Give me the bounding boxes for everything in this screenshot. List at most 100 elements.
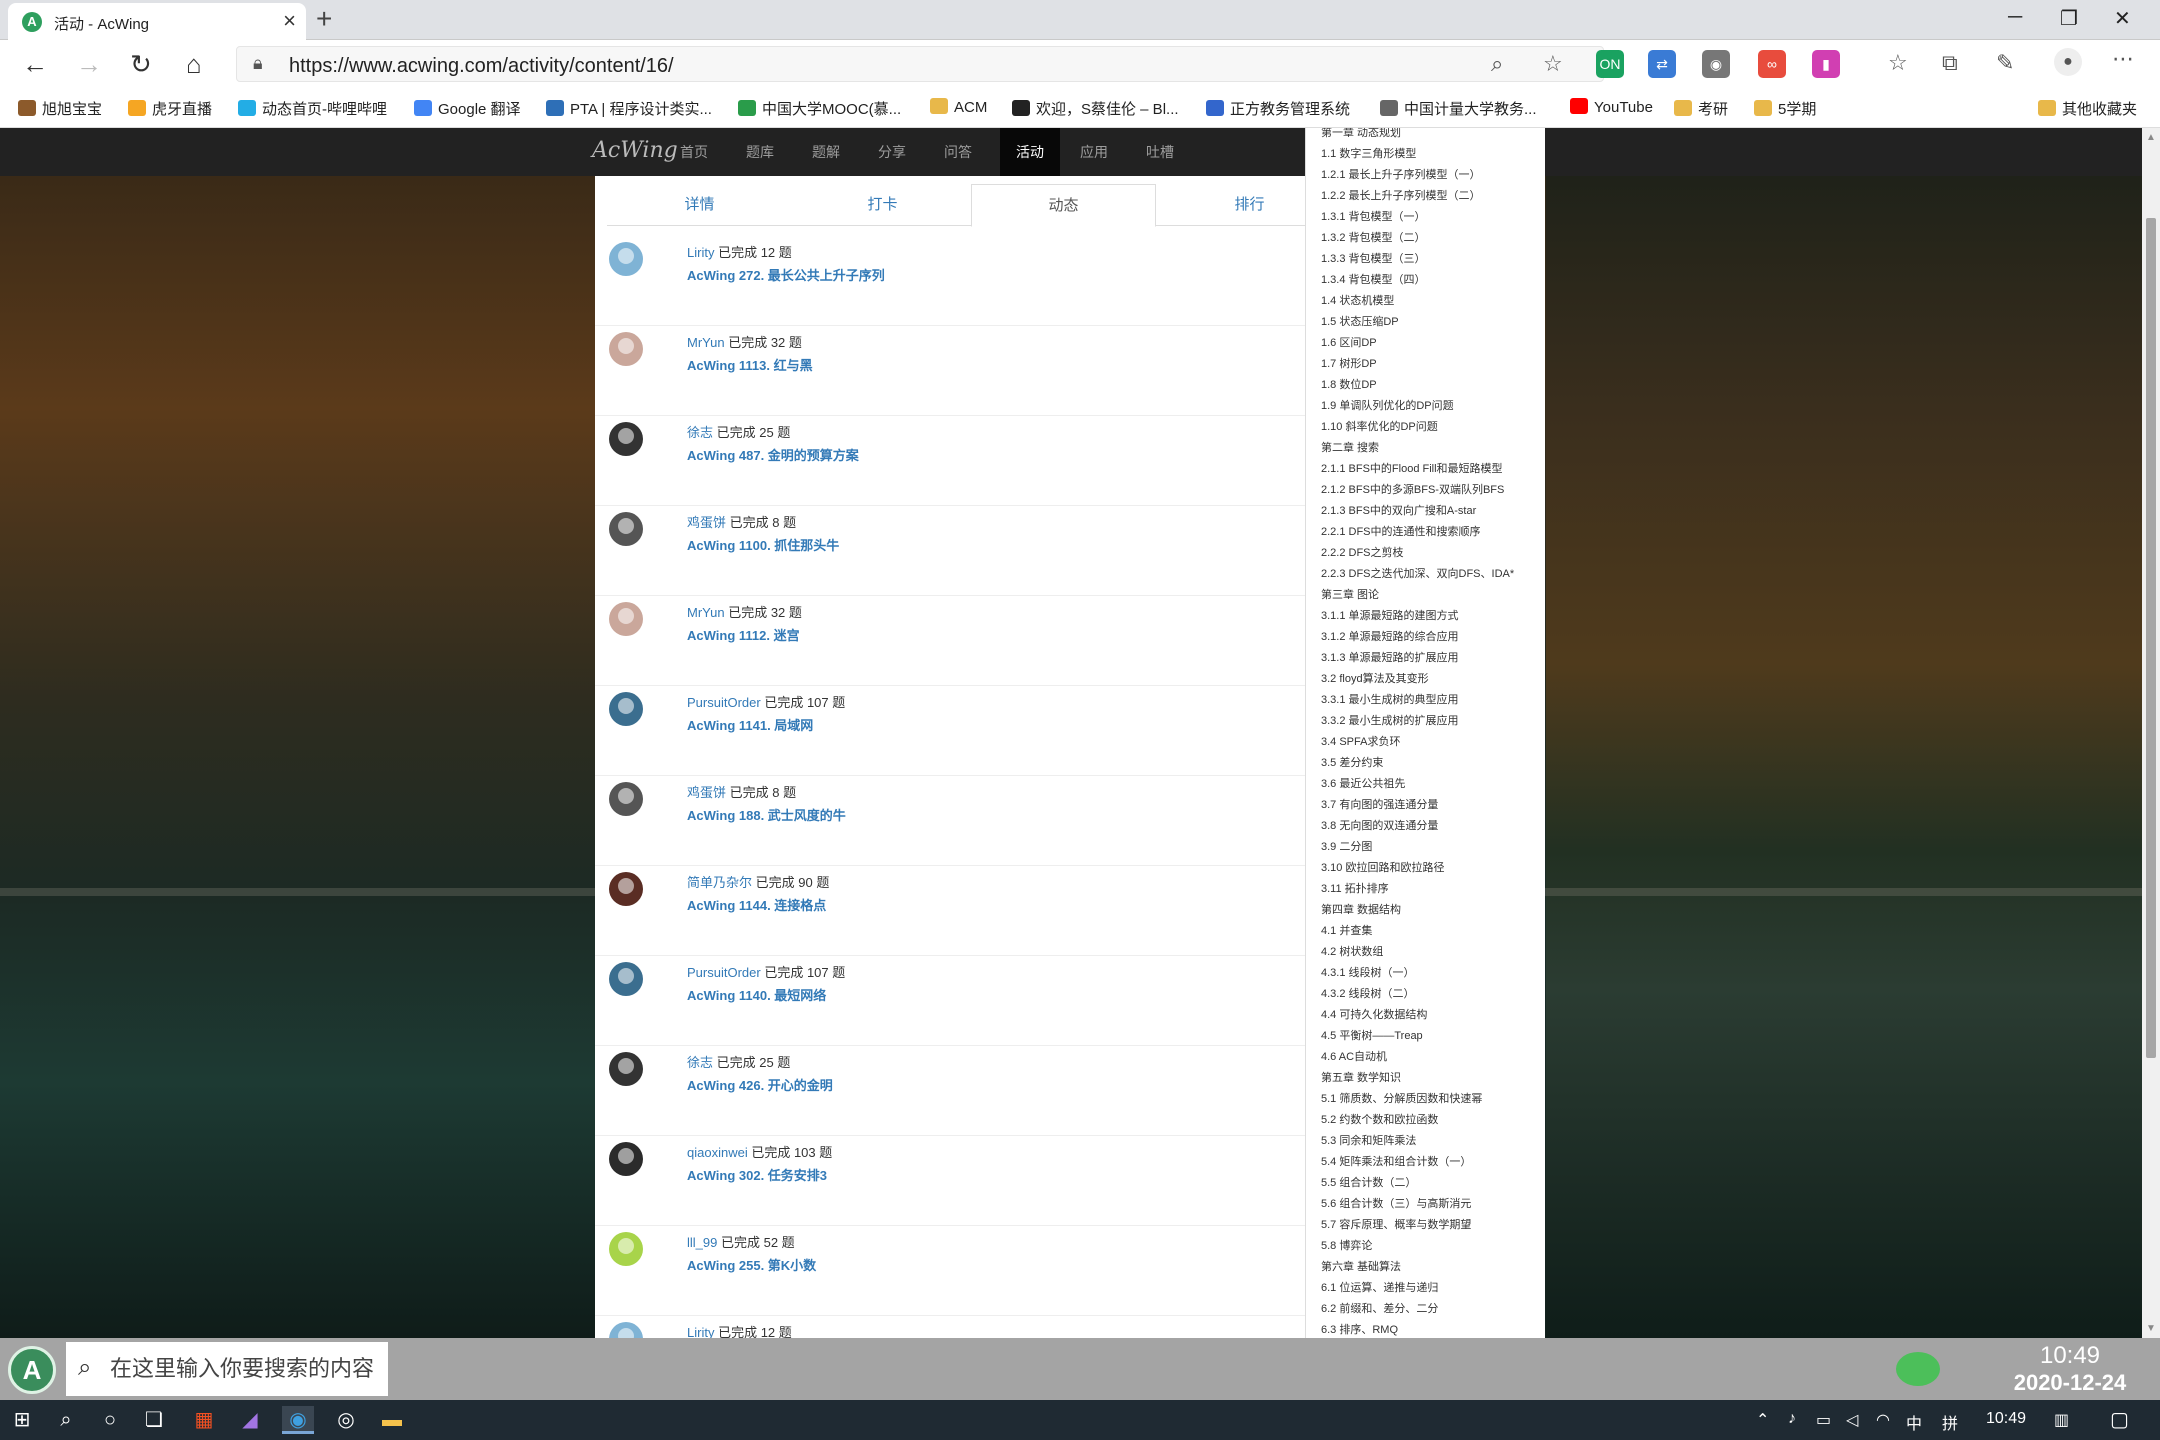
acwing-app-icon[interactable]: A [8, 1346, 56, 1394]
outline-item[interactable]: 3.8 无向图的双连通分量 [1321, 817, 1438, 833]
office-app-icon[interactable]: ▦ [188, 1406, 220, 1434]
ime-indicator[interactable]: 中 [1906, 1410, 1922, 1434]
tab-1[interactable]: 打卡 [790, 184, 975, 226]
username-link[interactable]: lll_99 [687, 1235, 717, 1250]
user-avatar[interactable] [609, 782, 643, 816]
problem-link[interactable]: AcWing 1100. 抓住那头牛 [687, 535, 839, 554]
outline-item[interactable]: 3.9 二分图 [1321, 838, 1372, 854]
outline-item[interactable]: 3.11 拓扑排序 [1321, 880, 1389, 896]
outline-item[interactable]: 5.3 同余和矩阵乘法 [1321, 1132, 1416, 1148]
user-avatar[interactable] [609, 242, 643, 276]
wifi-icon[interactable]: ◠ [1876, 1410, 1890, 1430]
outline-item[interactable]: 2.2.3 DFS之迭代加深、双向DFS、IDA* [1321, 565, 1514, 581]
tab-0[interactable]: 详情 [607, 184, 792, 226]
volume-icon[interactable]: ◁ [1846, 1410, 1858, 1430]
favorite-star-icon[interactable]: ☆ [1543, 51, 1563, 77]
file-explorer-icon[interactable]: ▬ [376, 1406, 408, 1434]
problem-link[interactable]: AcWing 188. 武士风度的牛 [687, 805, 846, 824]
close-tab-icon[interactable]: × [283, 9, 296, 33]
outline-item[interactable]: 2.2.2 DFS之剪枝 [1321, 544, 1404, 560]
bookmark-item[interactable]: 5学期 [1754, 98, 1816, 119]
outline-item[interactable]: 4.3.2 线段树（二） [1321, 985, 1415, 1001]
back-button[interactable]: ← [22, 49, 48, 79]
bookmark-item[interactable]: 虎牙直播 [128, 98, 212, 119]
outline-item[interactable]: 5.6 组合计数（三）与高斯消元 [1321, 1195, 1471, 1211]
outline-item[interactable]: 1.9 单调队列优化的DP问题 [1321, 397, 1454, 413]
edge-browser-icon[interactable]: ◉ [282, 1406, 314, 1434]
outline-item[interactable]: 1.6 区间DP [1321, 334, 1377, 350]
outline-item[interactable]: 3.1.2 单源最短路的综合应用 [1321, 628, 1459, 644]
outline-item[interactable]: 5.4 矩阵乘法和组合计数（一） [1321, 1153, 1471, 1169]
outline-item[interactable]: 1.3.2 背包模型（二） [1321, 229, 1426, 245]
problem-link[interactable]: AcWing 272. 最长公共上升子序列 [687, 265, 885, 284]
outline-item[interactable]: 5.1 筛质数、分解质因数和快速幂 [1321, 1090, 1482, 1106]
microphone-icon[interactable]: ♪ [1788, 1410, 1796, 1428]
outline-item[interactable]: 3.5 差分约束 [1321, 754, 1383, 770]
username-link[interactable]: 徐志 [687, 1055, 713, 1070]
site-nav-item[interactable]: 题库 [730, 128, 790, 176]
outline-item[interactable]: 2.1.1 BFS中的Flood Fill和最短路模型 [1321, 460, 1503, 476]
username-link[interactable]: PursuitOrder [687, 965, 761, 980]
username-link[interactable]: 徐志 [687, 425, 713, 440]
outline-item[interactable]: 第三章 图论 [1321, 586, 1379, 602]
bookmark-item[interactable]: Google 翻译 [414, 98, 521, 119]
username-link[interactable]: Lirity [687, 245, 714, 260]
username-link[interactable]: 鸡蛋饼 [687, 785, 726, 800]
username-link[interactable]: PursuitOrder [687, 695, 761, 710]
tab-2[interactable]: 动态 [971, 184, 1156, 227]
username-link[interactable]: MrYun [687, 605, 725, 620]
new-tab-button[interactable]: + [316, 4, 332, 34]
outline-item[interactable]: 3.1.3 单源最短路的扩展应用 [1321, 649, 1459, 665]
bookmark-item[interactable]: PTA | 程序设计类实... [546, 98, 712, 119]
outline-item[interactable]: 1.1 数字三角形模型 [1321, 145, 1416, 161]
outline-item[interactable]: 3.7 有向图的强连通分量 [1321, 796, 1438, 812]
user-avatar[interactable] [609, 422, 643, 456]
bookmark-item[interactable]: YouTube [1570, 98, 1653, 116]
favorites-icon[interactable]: ☆ [1888, 50, 1908, 76]
problem-link[interactable]: AcWing 255. 第K小数 [687, 1255, 816, 1274]
close-window-button[interactable]: ✕ [2114, 6, 2131, 31]
user-avatar[interactable] [609, 1142, 643, 1176]
problem-link[interactable]: AcWing 487. 金明的预算方案 [687, 445, 859, 464]
outline-item[interactable]: 3.2 floyd算法及其变形 [1321, 670, 1429, 686]
bookmark-item[interactable]: 动态首页-哔哩哔哩 [238, 98, 387, 119]
home-button[interactable]: ⌂ [186, 49, 202, 79]
outline-item[interactable]: 3.6 最近公共祖先 [1321, 775, 1405, 791]
tray-expand-icon[interactable]: ⌃ [1756, 1410, 1769, 1430]
outline-item[interactable]: 3.4 SPFA求负环 [1321, 733, 1400, 749]
username-link[interactable]: qiaoxinwei [687, 1145, 748, 1160]
minimize-window-button[interactable]: ─ [2008, 6, 2022, 29]
feedback-icon[interactable]: ✎ [1996, 50, 2014, 76]
search-icon[interactable]: ⌕ [1491, 51, 1503, 77]
overlay-search-input[interactable] [110, 1352, 380, 1386]
keyboard-icon[interactable]: ▥ [2054, 1410, 2069, 1430]
browser-tab[interactable]: A 活动 - AcWing × [8, 3, 306, 40]
username-link[interactable]: Lirity [687, 1325, 714, 1338]
user-avatar[interactable] [609, 602, 643, 636]
problem-link[interactable]: AcWing 1144. 连接格点 [687, 895, 826, 914]
visual-studio-icon[interactable]: ◢ [234, 1406, 266, 1434]
problem-link[interactable]: AcWing 426. 开心的金明 [687, 1075, 833, 1094]
site-nav-item[interactable]: 吐槽 [1130, 128, 1190, 176]
user-avatar[interactable] [609, 692, 643, 726]
ext-sync-icon[interactable]: ⇄ [1648, 50, 1676, 78]
chat-icon[interactable] [1896, 1352, 1940, 1386]
outline-item[interactable]: 2.1.3 BFS中的双向广搜和A-star [1321, 502, 1476, 518]
bookmark-item[interactable]: 中国计量大学教务... [1380, 98, 1537, 119]
user-avatar[interactable] [609, 1232, 643, 1266]
outline-item[interactable]: 第二章 搜索 [1321, 439, 1379, 455]
outline-item[interactable]: 1.2.1 最长上升子序列模型（一） [1321, 166, 1481, 182]
obs-icon[interactable]: ◎ [330, 1406, 362, 1434]
site-nav-item[interactable]: 应用 [1064, 128, 1124, 176]
scroll-down-icon[interactable]: ▼ [2146, 1323, 2156, 1334]
battery-icon[interactable]: ▭ [1816, 1410, 1831, 1430]
outline-item[interactable]: 第一章 动态规划 [1321, 128, 1401, 140]
outline-item[interactable]: 3.1.1 单源最短路的建图方式 [1321, 607, 1459, 623]
bookmark-item[interactable]: 旭旭宝宝 [18, 98, 102, 119]
bookmark-item[interactable]: 其他收藏夹 [2038, 98, 2137, 119]
outline-item[interactable]: 1.3.3 背包模型（三） [1321, 250, 1426, 266]
address-bar[interactable]: 🔒︎ https://www.acwing.com/activity/conte… [236, 46, 1604, 82]
outline-item[interactable]: 4.1 并查集 [1321, 922, 1372, 938]
problem-link[interactable]: AcWing 1112. 迷宫 [687, 625, 800, 644]
outline-item[interactable]: 第五章 数学知识 [1321, 1069, 1401, 1085]
